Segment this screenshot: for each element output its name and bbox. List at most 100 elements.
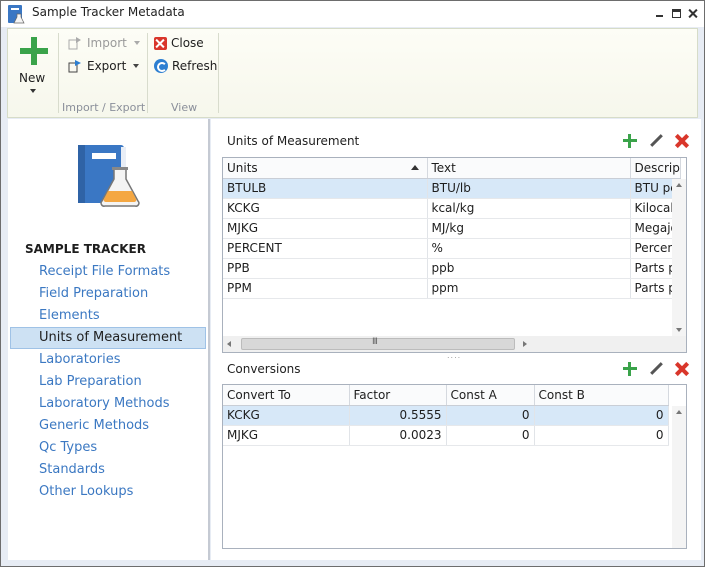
table-cell[interactable]: BTULB [223, 178, 428, 199]
nav-item[interactable]: Elements [10, 305, 206, 327]
table-cell[interactable]: MJKG [223, 218, 428, 239]
ribbon-separator [147, 33, 148, 113]
nav-item[interactable]: Field Preparation [10, 283, 206, 305]
units-horizontal-scrollbar[interactable] [223, 336, 686, 352]
table-row[interactable]: PPM ppm Parts p [223, 278, 681, 299]
table-row[interactable]: PPB ppb Parts p [223, 258, 681, 279]
table-row[interactable]: PERCENT% Percen [223, 238, 681, 259]
delete-icon[interactable] [675, 134, 689, 148]
close-button-label: Close [171, 36, 204, 50]
import-button[interactable]: Import [68, 33, 140, 53]
column-header[interactable]: Const B [534, 385, 669, 406]
table-cell[interactable]: MJKG [223, 425, 350, 446]
maximize-icon[interactable] [672, 9, 681, 18]
nav-item[interactable]: Receipt File Formats [10, 261, 206, 283]
table-cell[interactable]: PERCENT [223, 238, 428, 259]
table-row[interactable]: KCKG kcal/kg Kilocal [223, 198, 681, 219]
table-cell[interactable]: % [427, 238, 631, 259]
scroll-up-icon[interactable] [676, 183, 682, 187]
scroll-right-icon[interactable] [523, 341, 527, 347]
nav-item[interactable]: Standards [10, 459, 206, 481]
app-icon [8, 5, 25, 24]
nav-item[interactable]: Laboratory Methods [10, 393, 206, 415]
nav-item[interactable]: Units of Measurement [10, 327, 206, 349]
scroll-up-icon[interactable] [676, 410, 682, 414]
conversions-vertical-scrollbar[interactable] [672, 406, 686, 548]
table-cell[interactable]: KCKG [223, 405, 350, 426]
group-label-import-export: Import / Export [62, 101, 146, 114]
table-cell[interactable]: MJ/kg [427, 218, 631, 239]
column-header-label: Text [431, 160, 456, 175]
column-header[interactable]: Units [223, 158, 428, 179]
conversions-section-title: Conversions [227, 362, 301, 376]
table-cell[interactable]: PPM [223, 278, 428, 299]
units-table: Units Text Descrip BTULB BTU/lb BTU pe KCKG kc… [223, 158, 681, 299]
export-button[interactable]: Export [68, 56, 140, 76]
table-cell[interactable]: PPB [223, 258, 428, 279]
table-row[interactable]: BTULB BTU/lb BTU pe [223, 178, 681, 199]
table-cell[interactable]: 0 [446, 405, 535, 426]
minimize-icon[interactable] [655, 9, 664, 18]
table-row[interactable]: MJKG MJ/kg Megajo [223, 218, 681, 239]
ribbon-separator [218, 33, 219, 113]
table-cell[interactable]: KCKG [223, 198, 428, 219]
add-icon[interactable] [623, 362, 637, 376]
chevron-down-icon [133, 41, 140, 45]
left-navigation: SAMPLE TRACKER Receipt File Formats Field… [8, 119, 208, 560]
column-header-label: Convert To [227, 387, 291, 402]
column-header[interactable]: Const A [446, 385, 535, 406]
nav-item[interactable]: Laboratories [10, 349, 206, 371]
chevron-down-icon [30, 89, 36, 93]
nav-item[interactable]: Qc Types [10, 437, 206, 459]
column-header[interactable]: Descrip [630, 158, 681, 179]
edit-icon[interactable] [649, 362, 663, 376]
table-cell[interactable]: 0.0023 [349, 425, 447, 446]
units-toolbar [623, 134, 689, 148]
close-icon [154, 36, 167, 50]
edit-icon[interactable] [649, 134, 663, 148]
units-vertical-scrollbar[interactable] [672, 179, 686, 336]
window-controls [655, 9, 698, 18]
table-row[interactable]: KCKG 0.5555 0 0 [223, 405, 669, 426]
table-cell[interactable]: 0 [534, 405, 669, 426]
table-cell[interactable]: BTU/lb [427, 178, 631, 199]
table-cell[interactable]: ppb [427, 258, 631, 279]
table-cell[interactable]: ppm [427, 278, 631, 299]
column-header[interactable]: Factor [349, 385, 447, 406]
group-label-view: View [171, 101, 198, 114]
plus-icon [20, 37, 48, 65]
horizontal-scroll-thumb[interactable] [241, 337, 515, 350]
splitter-grip[interactable]: .... [447, 351, 461, 360]
refresh-icon [154, 59, 168, 73]
delete-icon[interactable] [675, 362, 689, 376]
nav-item[interactable]: Other Lookups [10, 481, 206, 503]
table-cell[interactable]: 0 [446, 425, 535, 446]
close-window-icon[interactable] [689, 9, 698, 18]
pane-splitter[interactable] [208, 119, 210, 560]
export-icon [68, 60, 81, 73]
table-row[interactable]: MJKG 0.0023 0 0 [223, 425, 669, 446]
add-icon[interactable] [623, 134, 637, 148]
column-header-label: Const B [538, 387, 585, 402]
import-icon [68, 37, 81, 50]
new-button[interactable]: New [12, 31, 54, 101]
app-window: Sample Tracker Metadata New Import Expor… [0, 0, 705, 567]
column-header[interactable]: Convert To [223, 385, 350, 406]
conversions-toolbar [623, 362, 689, 376]
table-cell[interactable]: 0.5555 [349, 405, 447, 426]
units-section-title: Units of Measurement [227, 134, 360, 148]
nav-item[interactable]: Lab Preparation [10, 371, 206, 393]
nav-item[interactable]: Generic Methods [10, 415, 206, 437]
refresh-button[interactable]: Refresh [154, 56, 217, 76]
scroll-left-icon[interactable] [227, 341, 231, 347]
column-header[interactable]: Text [427, 158, 631, 179]
close-button[interactable]: Close [154, 33, 204, 53]
column-header-label: Factor [353, 387, 391, 402]
units-grid: Units Text Descrip BTULB BTU/lb BTU pe KCKG kc… [222, 157, 687, 353]
scroll-down-icon[interactable] [676, 328, 682, 332]
export-button-label: Export [87, 59, 127, 73]
table-cell[interactable]: 0 [534, 425, 669, 446]
window-title: Sample Tracker Metadata [32, 5, 185, 19]
table-cell[interactable]: kcal/kg [427, 198, 631, 219]
ribbon-separator [58, 33, 59, 113]
